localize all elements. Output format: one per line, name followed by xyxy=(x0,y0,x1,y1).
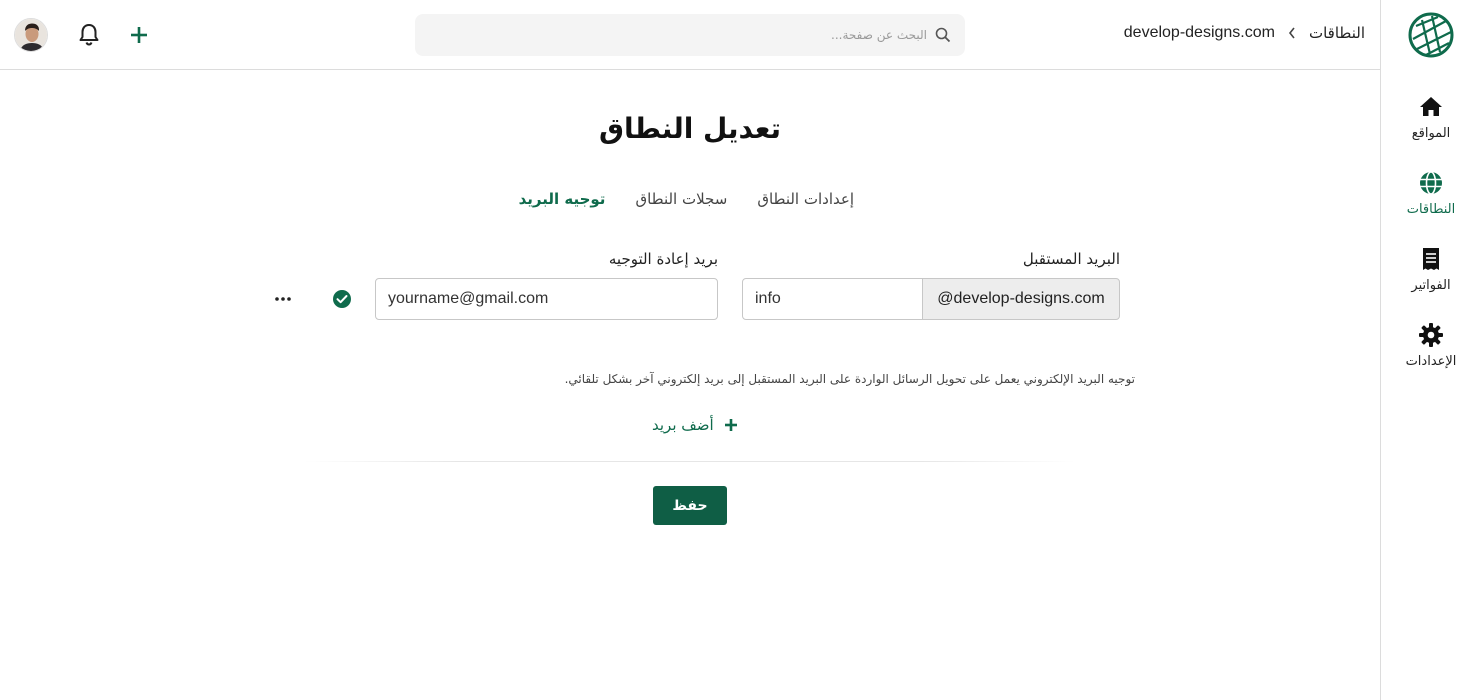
incoming-email-label: البريد المستقبل xyxy=(1022,250,1120,268)
search-input[interactable] xyxy=(447,14,927,56)
plus-icon xyxy=(724,419,737,431)
sidebar-item-sites[interactable]: المواقع xyxy=(1381,94,1480,164)
avatar-image xyxy=(15,19,47,51)
add-email-button[interactable]: أضف بريد xyxy=(652,416,738,434)
bell-icon[interactable] xyxy=(75,21,103,49)
home-icon xyxy=(1420,97,1442,116)
receipt-icon xyxy=(1423,248,1439,270)
check-circle-icon xyxy=(333,290,351,308)
incoming-local-part-input[interactable] xyxy=(742,278,923,320)
page-title: تعديل النطاق xyxy=(598,112,782,145)
breadcrumb-section-link[interactable]: النطاقات xyxy=(1309,24,1365,42)
add-email-label: أضف بريد xyxy=(652,416,714,434)
domain-suffix: @develop-designs.com xyxy=(922,278,1120,320)
globe-icon xyxy=(1420,171,1442,195)
sidebar-item-label: النطاقات xyxy=(1406,202,1456,217)
add-icon[interactable] xyxy=(125,21,153,49)
search-bar[interactable] xyxy=(415,14,965,56)
search-icon xyxy=(935,27,951,43)
breadcrumb-current-domain: develop-designs.com xyxy=(1123,24,1275,41)
sidebar-item-domains[interactable]: النطاقات xyxy=(1381,170,1480,240)
forward-email-input[interactable] xyxy=(375,278,718,320)
chevron-left-icon xyxy=(1288,27,1295,39)
tab-bar: إعدادات النطاق سجلات النطاق توجيه البريد xyxy=(519,190,854,208)
tab-domain-settings[interactable]: إعدادات النطاق xyxy=(757,190,854,208)
sidebar-item-settings[interactable]: الإعدادات xyxy=(1381,322,1480,392)
sidebar-item-invoices[interactable]: الفواتير xyxy=(1381,246,1480,316)
gear-icon xyxy=(1419,323,1443,347)
sidebar-item-label: المواقع xyxy=(1411,126,1451,141)
sidebar: المواقع النطاقات الفواتير الإعدادات xyxy=(1380,0,1480,700)
breadcrumb: النطاقات develop-designs.com xyxy=(1124,24,1365,42)
tab-email-forwarding[interactable]: توجيه البريد xyxy=(519,190,606,208)
more-horizontal-icon[interactable] xyxy=(272,289,294,309)
logo-icon[interactable] xyxy=(1408,12,1454,58)
user-avatar[interactable] xyxy=(14,18,48,52)
tab-domain-records[interactable]: سجلات النطاق xyxy=(635,190,727,208)
save-button[interactable]: حفظ xyxy=(653,486,727,525)
sidebar-item-label: الإعدادات xyxy=(1405,354,1457,369)
sidebar-item-label: الفواتير xyxy=(1411,278,1451,293)
divider xyxy=(305,461,1075,462)
help-text: توجيه البريد الإلكتروني يعمل على تحويل ا… xyxy=(564,372,1135,386)
forward-email-label: بريد إعادة التوجيه xyxy=(608,250,718,268)
top-header: النطاقات develop-designs.com xyxy=(0,0,1380,70)
